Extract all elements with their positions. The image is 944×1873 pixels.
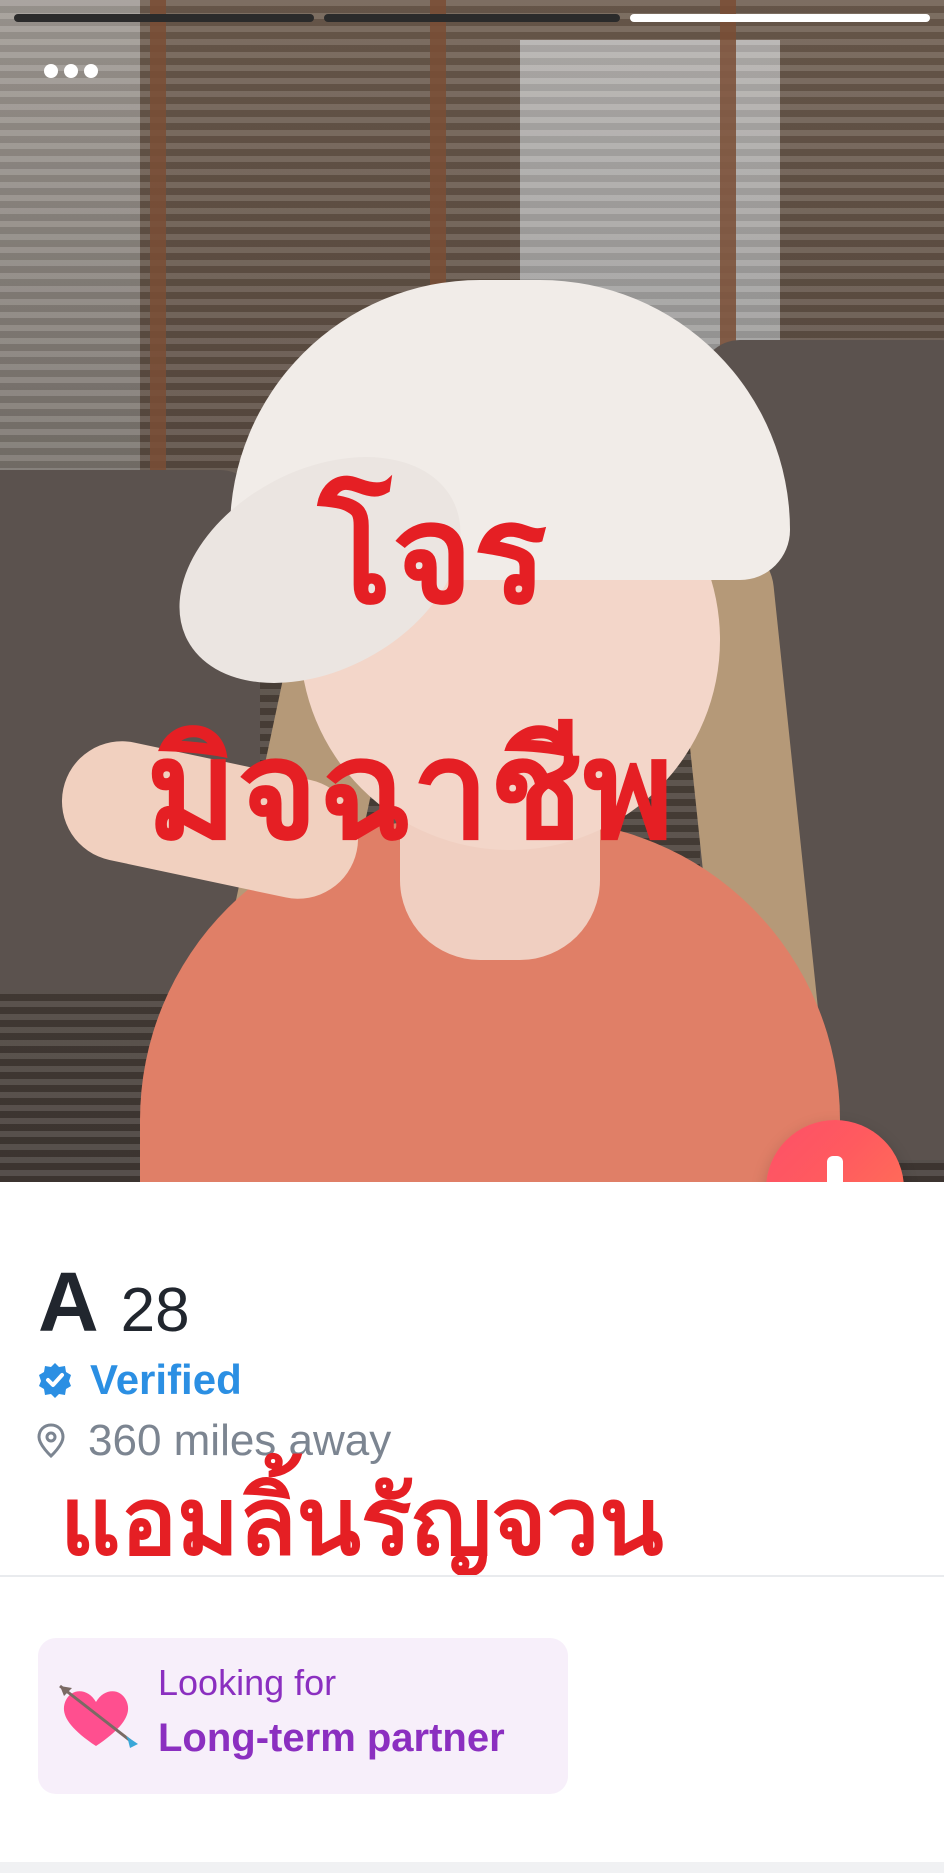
looking-for-value: Long-term partner — [158, 1716, 505, 1760]
bottom-separator — [0, 1862, 944, 1873]
location-pin-icon — [37, 1423, 65, 1459]
profile-age: 28 — [120, 1276, 190, 1345]
scam-overlay-name: แอมลิ้นรัญจวน — [60, 1468, 664, 1577]
scam-overlay-line2: มิจฉาชีพ — [146, 710, 674, 871]
verified-row[interactable]: Verified — [36, 1356, 242, 1404]
name-age-row: A 28 — [38, 1254, 190, 1351]
photo-progress-segment — [324, 14, 620, 22]
verified-label: Verified — [90, 1356, 242, 1403]
profile-info: A 28 Verified 360 miles away แอมลิ้นรัญจ… — [0, 1182, 944, 1873]
profile-name: A — [38, 1255, 99, 1349]
profile-photo[interactable]: โจร มิจฉาชีพ — [0, 0, 944, 1182]
looking-for-title: Looking for — [158, 1662, 337, 1703]
heart-arrow-icon — [59, 1684, 138, 1748]
verified-badge-icon — [39, 1363, 71, 1398]
more-dots-icon[interactable] — [44, 64, 98, 78]
photo-progress-segment-active — [630, 14, 930, 22]
scam-overlay-line1: โจร — [318, 474, 548, 635]
distance-label: 360 miles away — [88, 1416, 392, 1465]
photo-progress-segment — [14, 14, 314, 22]
section-divider — [0, 1575, 944, 1577]
looking-for-card[interactable]: Looking for Long-term partner — [38, 1638, 568, 1794]
distance-row: 360 miles away — [36, 1416, 391, 1466]
